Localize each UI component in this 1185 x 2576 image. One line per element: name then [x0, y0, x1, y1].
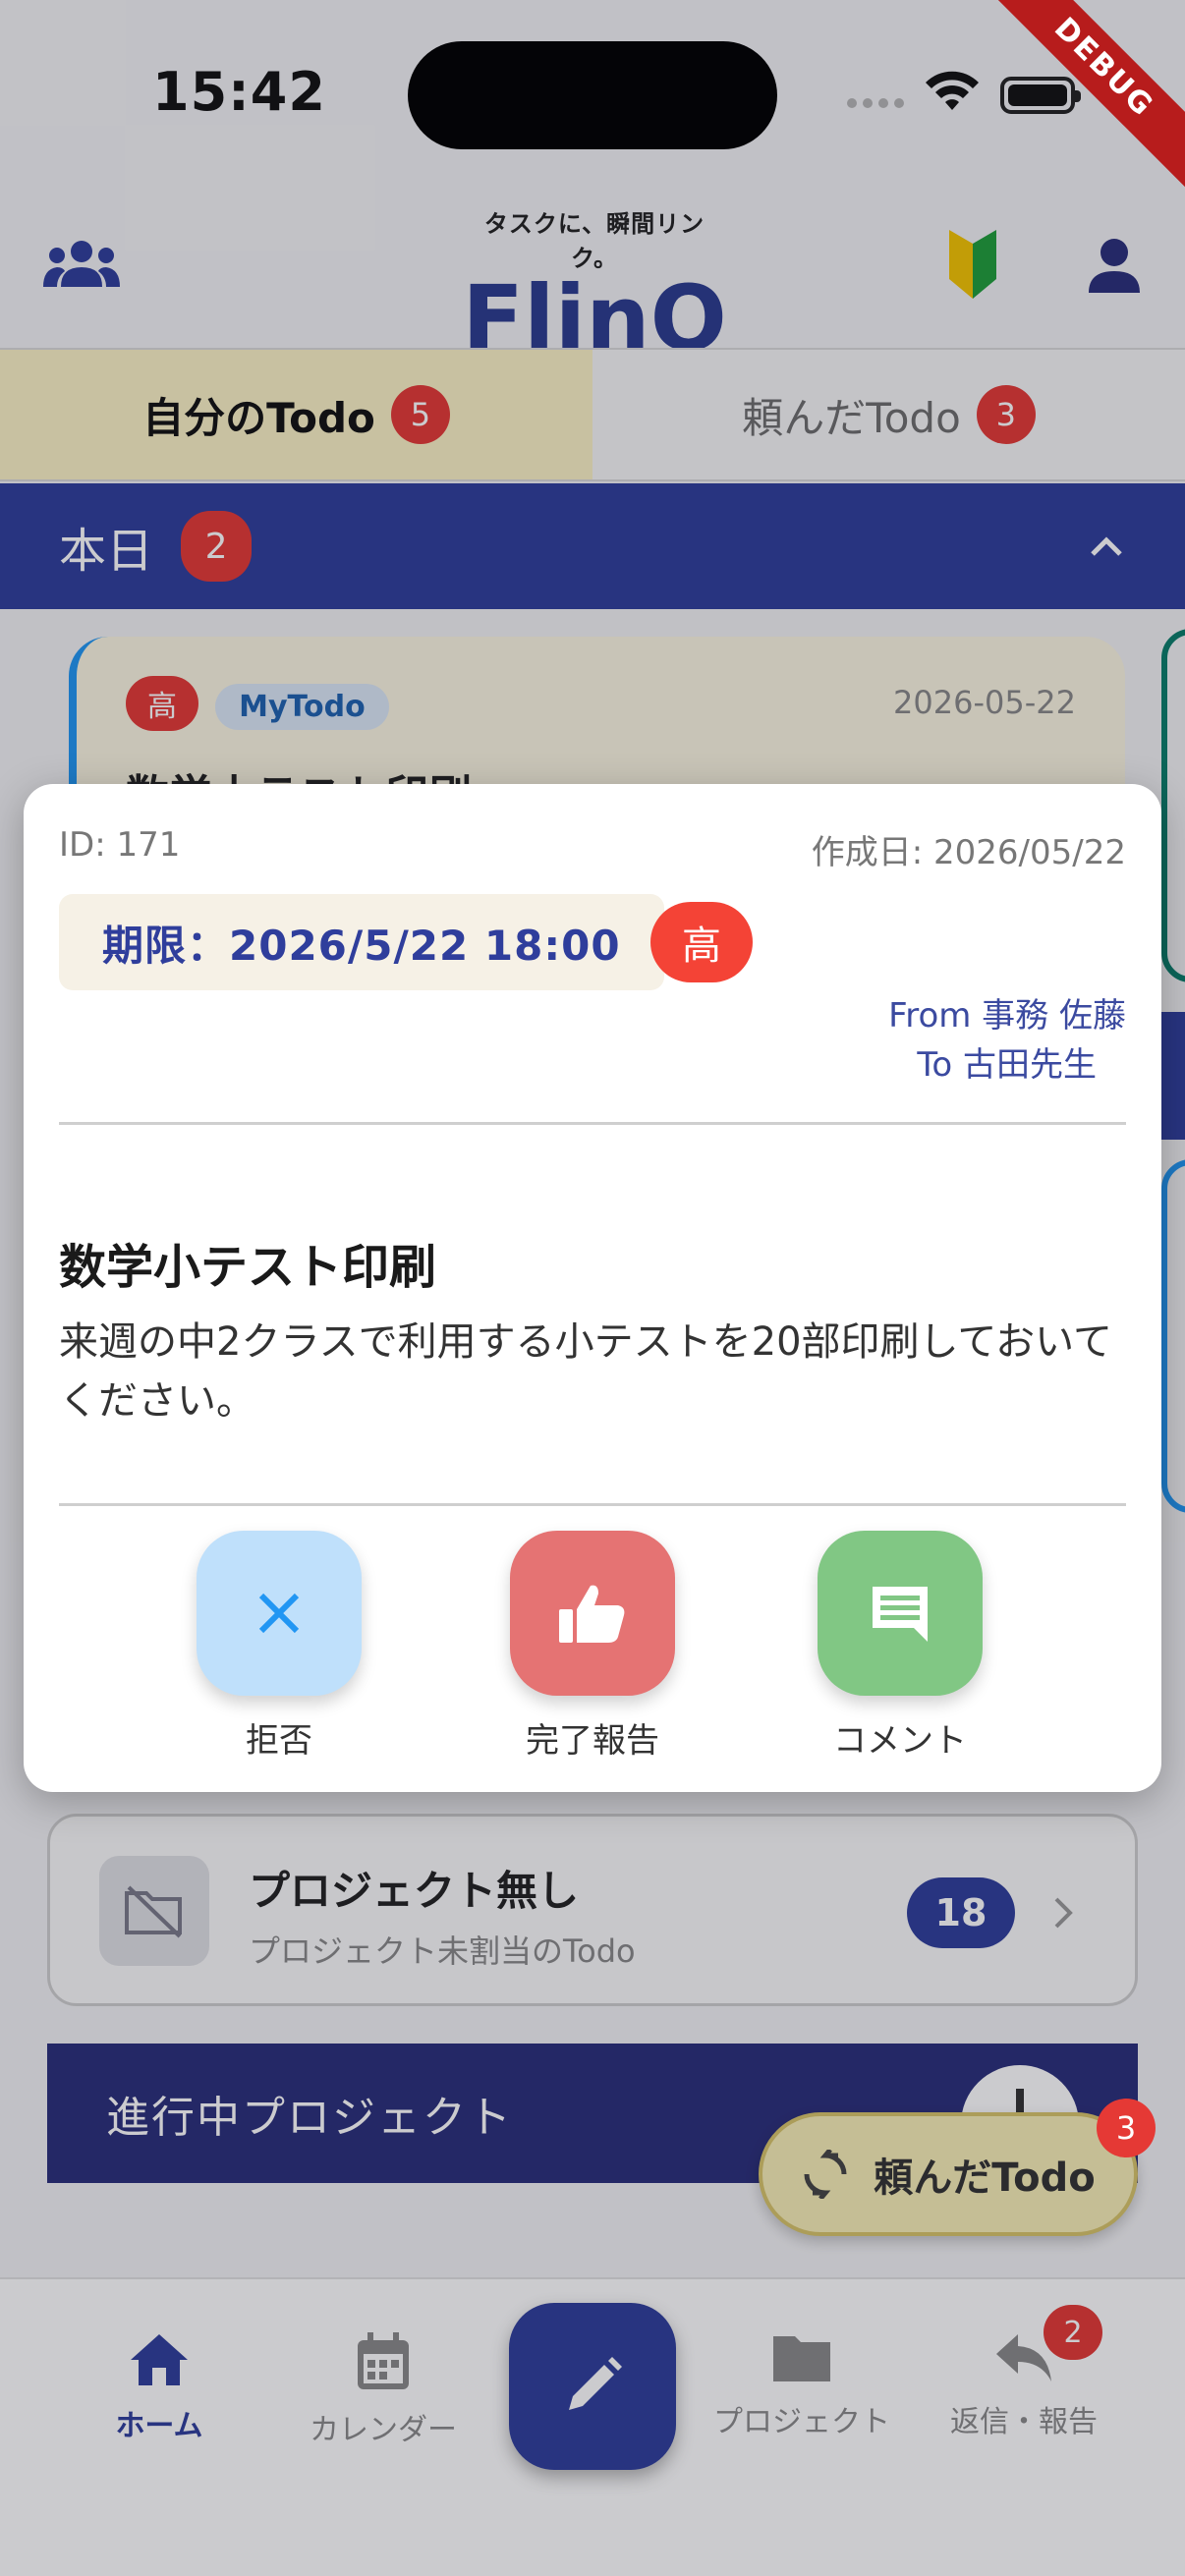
- close-icon: [258, 1593, 300, 1634]
- action-label: 完了報告: [526, 1721, 659, 1761]
- todo-detail-modal: ID: 171 作成日: 2026/05/22 期限：2026/5/22 18:…: [24, 784, 1161, 1792]
- comment-icon: [873, 1587, 928, 1642]
- comment-button[interactable]: [818, 1531, 983, 1696]
- todo-description: 来週の中2クラスで利用する小テストを20部印刷しておいてください。: [59, 1319, 1112, 1424]
- complete-action[interactable]: 完了報告: [484, 1531, 701, 1762]
- comment-action[interactable]: コメント: [792, 1531, 1008, 1762]
- divider: [59, 1503, 1126, 1506]
- action-label: 拒否: [246, 1721, 312, 1761]
- complete-button[interactable]: [510, 1531, 675, 1696]
- reject-button[interactable]: [197, 1531, 362, 1696]
- from-label: From 事務 佐藤: [888, 996, 1126, 1036]
- priority-badge: 高: [650, 902, 753, 982]
- action-label: コメント: [833, 1721, 967, 1761]
- to-label: To 古田先生: [917, 1045, 1097, 1085]
- deadline-label: 期限：2026/5/22 18:00: [59, 894, 664, 990]
- todo-id: ID: 171: [59, 825, 181, 865]
- reject-action[interactable]: 拒否: [171, 1531, 387, 1762]
- created-date: 作成日: 2026/05/22: [811, 833, 1126, 872]
- fab-badge: 3: [1097, 2099, 1156, 2157]
- todo-title: 数学小テスト印刷: [59, 1240, 437, 1295]
- divider: [59, 1122, 1126, 1125]
- thumbs-up-icon: [559, 1585, 625, 1643]
